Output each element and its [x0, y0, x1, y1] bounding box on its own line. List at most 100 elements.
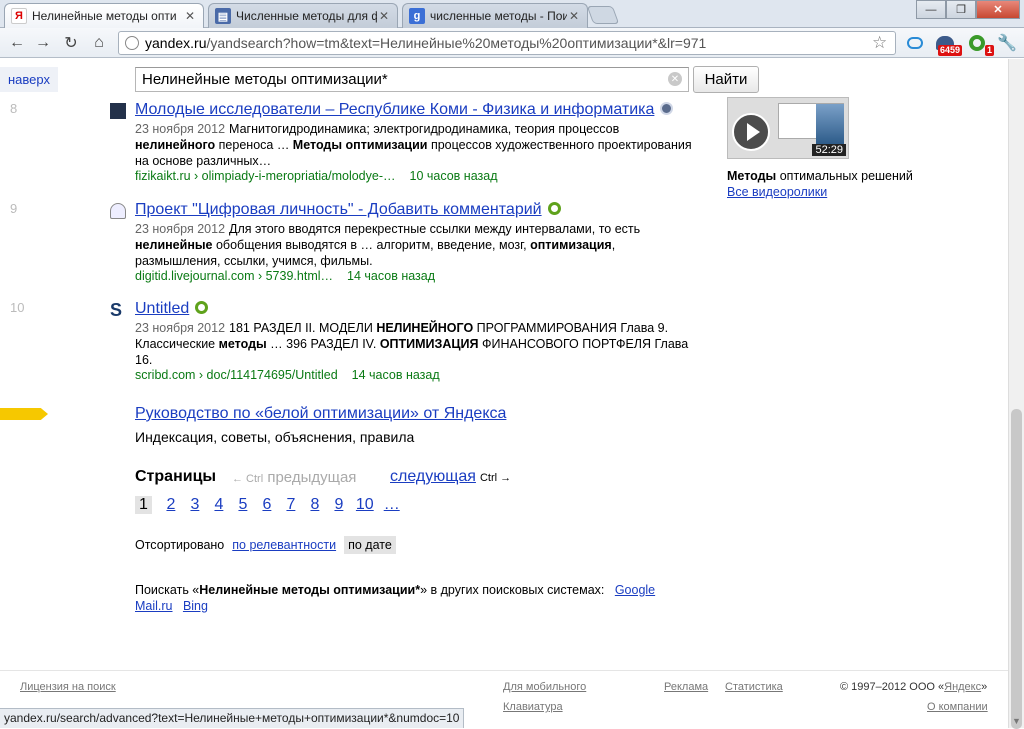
promo-description: Индексация, советы, объяснения, правила	[135, 429, 415, 445]
snippet-highlight: ОПТИМИЗАЦИЯ	[379, 337, 479, 351]
result-date: 23 ноября 2012	[135, 222, 226, 236]
green-circle-icon[interactable]	[547, 202, 561, 215]
result-title-link[interactable]: Untitled	[135, 300, 209, 318]
home-icon[interactable]: ⌂	[88, 32, 110, 54]
video-caption: Методы оптимальных решений	[727, 169, 913, 183]
page-number-link[interactable]: 3	[188, 496, 202, 514]
snippet-highlight: нелинейные	[135, 238, 213, 252]
page-number-link[interactable]: 2	[164, 496, 178, 514]
tab-title: Численные методы для ф	[236, 9, 377, 23]
promo-link[interactable]: Руководство по «белой оптимизации» от Ян…	[135, 405, 506, 423]
result-age: 14 часов назад	[347, 269, 436, 283]
footer-license: Лицензия на поиск	[20, 681, 116, 693]
info-icon[interactable]	[660, 102, 674, 115]
next-page-link[interactable]: следующая	[390, 468, 476, 485]
snippet-text: Для этого вводятся перекрестные ссылки м…	[229, 222, 641, 236]
maximize-icon[interactable]: ❐	[946, 0, 976, 19]
google-icon: g	[409, 8, 425, 24]
search-button[interactable]: Найти	[693, 66, 759, 93]
page-number-link[interactable]: 10	[356, 496, 374, 514]
search-result: 10 S Untitled 23 ноября 2012 181 РАЗДЕЛ I…	[0, 300, 720, 390]
tab-google-search[interactable]: g численные методы - Поис ✕	[402, 3, 588, 28]
back-icon[interactable]: ←	[6, 32, 28, 54]
tab-strip: Я Нелинейные методы опти ✕ ▤ Численные м…	[0, 0, 1024, 28]
result-age: 10 часов назад	[409, 169, 498, 183]
result-snippet: 23 ноября 2012 Магнитогидродинамика; элек…	[135, 121, 700, 169]
green-circle-icon[interactable]	[195, 301, 209, 314]
mailru-link[interactable]: Mail.ru	[135, 599, 173, 613]
reload-icon[interactable]: ↻	[60, 32, 82, 54]
result-title: Проект "Цифровая личность" - Добавить ко…	[135, 201, 542, 218]
ring-ext-icon[interactable]: 1	[966, 32, 994, 56]
sort-label: Отсортировано	[135, 538, 225, 552]
bookmark-star-icon[interactable]: ☆	[872, 33, 887, 53]
tab-yandex[interactable]: Я Нелинейные методы опти ✕	[4, 3, 204, 28]
video-caption-text: оптимальных решений	[776, 169, 913, 183]
footer-mobile: Для мобильного	[503, 681, 586, 693]
snippet-text: обобщения выводятся в … алгоритм, введен…	[212, 238, 531, 252]
address-bar[interactable]: yandex.ru/yandsearch?how=tm&text=Нелиней…	[118, 31, 896, 55]
google-link[interactable]: Google	[615, 583, 655, 597]
new-tab-button[interactable]	[586, 6, 620, 24]
result-url-link[interactable]: fizikaikt.ru › olimpiady-i-meropriatia/m…	[135, 169, 396, 183]
result-url-link[interactable]: scribd.com › doc/114174695/Untitled	[135, 368, 338, 382]
result-title-link[interactable]: Проект "Цифровая личность" - Добавить ко…	[135, 201, 561, 219]
snippet-highlight: нелинейного	[135, 138, 216, 152]
yandex-link[interactable]: Яндекс	[944, 681, 981, 693]
page-scrollbar[interactable]: ▼	[1008, 59, 1024, 729]
back-to-top-link[interactable]: наверх	[0, 67, 58, 92]
tab-title: Нелинейные методы опти	[32, 9, 177, 23]
snippet-text: переноса …	[215, 138, 293, 152]
page-number-link[interactable]: 6	[260, 496, 274, 514]
url-host: yandex.ru	[145, 35, 207, 51]
clear-search-icon[interactable]: ✕	[668, 72, 682, 86]
tab-numerical-methods[interactable]: ▤ Численные методы для ф ✕	[208, 3, 398, 28]
yandex-icon: Я	[11, 8, 27, 24]
page-number-link[interactable]: 4	[212, 496, 226, 514]
translate-ext-icon[interactable]	[904, 32, 926, 54]
stats-link[interactable]: Статистика	[725, 681, 783, 693]
result-title: Молодые исследователи – Республике Коми …	[135, 101, 655, 118]
status-bar: yandex.ru/search/advanced?text=Нелинейны…	[0, 708, 465, 728]
bing-link[interactable]: Bing	[183, 599, 208, 613]
close-tab-icon[interactable]: ✕	[377, 9, 391, 23]
ads-link[interactable]: Реклама	[664, 681, 708, 693]
snippet-text: Магнитогидродинамика; электрогидродинами…	[229, 122, 620, 136]
close-tab-icon[interactable]: ✕	[567, 9, 581, 23]
result-url-link[interactable]: digitid.livejournal.com › 5739.html…	[135, 269, 333, 283]
close-tab-icon[interactable]: ✕	[183, 9, 197, 23]
result-number: 9	[10, 201, 18, 216]
scroll-down-icon[interactable]: ▼	[1012, 716, 1021, 726]
mobile-link[interactable]: Для мобильного	[503, 681, 586, 693]
search-result: 9 Проект "Цифровая личность" - Добавить …	[0, 201, 720, 291]
mail-ext-icon[interactable]: 6459	[934, 32, 962, 56]
close-window-icon[interactable]: ✕	[976, 0, 1020, 19]
page-number-link[interactable]: 9	[332, 496, 346, 514]
site-favicon	[110, 103, 126, 119]
license-link[interactable]: Лицензия на поиск	[20, 681, 116, 693]
keyboard-link[interactable]: Клавиатура	[503, 701, 563, 713]
play-icon[interactable]	[732, 113, 770, 151]
search-input[interactable]: Нелинейные методы оптимизации* ✕	[135, 67, 689, 92]
page-number-link[interactable]: 5	[236, 496, 250, 514]
video-presenter-image	[816, 104, 844, 144]
scroll-thumb[interactable]	[1011, 409, 1022, 729]
page-number-link[interactable]: 7	[284, 496, 298, 514]
about-link[interactable]: О компании	[927, 701, 988, 713]
page-more-link[interactable]: …	[384, 496, 400, 514]
sort-relevance-link[interactable]: по релевантности	[232, 538, 336, 552]
snippet-text: 181 РАЗДЕЛ II. МОДЕЛИ	[229, 321, 377, 335]
doc-icon: ▤	[215, 8, 231, 24]
page-number-link[interactable]: 8	[308, 496, 322, 514]
minimize-icon[interactable]: —	[916, 0, 946, 19]
forward-icon[interactable]: →	[32, 32, 54, 54]
wrench-icon[interactable]: 🔧	[996, 32, 1018, 54]
video-duration: 52:29	[812, 144, 846, 156]
video-thumbnail[interactable]: 52:29	[727, 97, 849, 159]
result-title-link[interactable]: Молодые исследователи – Республике Коми …	[135, 101, 674, 119]
livejournal-user-icon	[110, 203, 126, 219]
copyright-text: © 1997–2012 ООО «	[840, 681, 945, 693]
all-videos-link[interactable]: Все видеоролики	[727, 185, 827, 199]
other-engines: Поискать «Нелинейные методы оптимизации*…	[135, 582, 695, 614]
result-number: 10	[10, 300, 25, 315]
